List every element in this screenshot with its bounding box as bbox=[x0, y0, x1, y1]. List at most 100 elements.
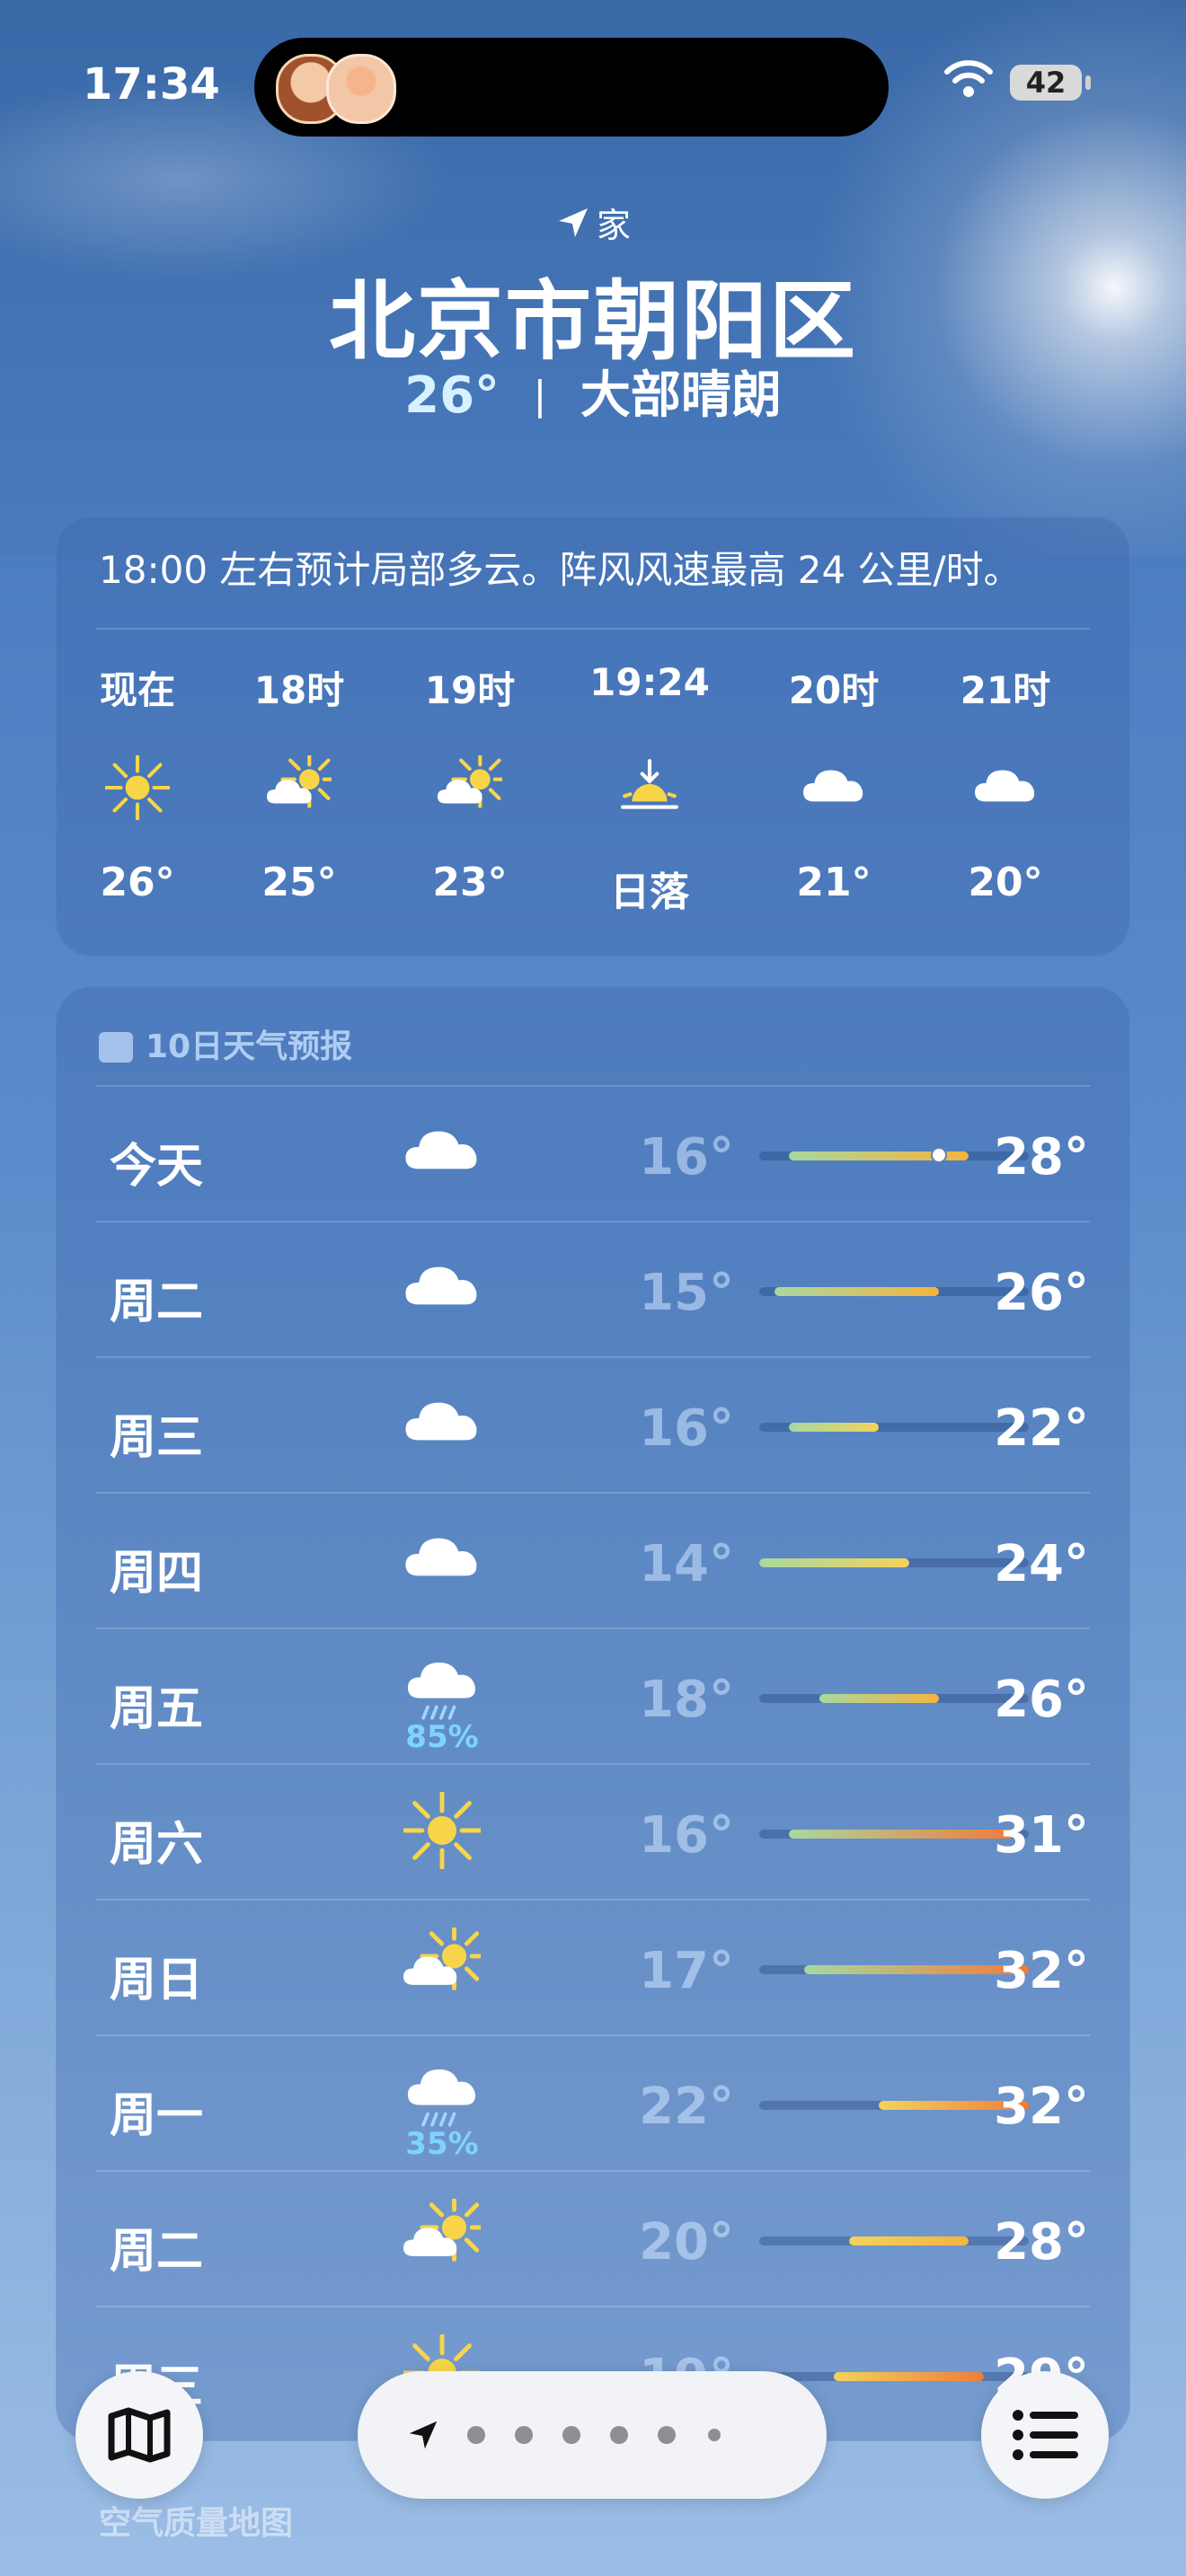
daily-forecast-card[interactable]: 10日天气预报 今天 16° 28° 周二 15° 26° 周三 16° 22°… bbox=[56, 986, 1130, 2441]
current-condition: 大部晴朗 bbox=[580, 366, 782, 425]
status-time: 17:34 bbox=[83, 59, 220, 110]
hourly-item: 19:24 日落 bbox=[573, 660, 726, 917]
cloud-icon bbox=[757, 755, 910, 818]
hour-temp: 日落 bbox=[610, 869, 689, 915]
hour-label: 现在 bbox=[99, 668, 175, 712]
hourly-item: 21时 20° bbox=[929, 660, 1082, 905]
forecast-day-row[interactable]: 周二 20° 28° bbox=[96, 2170, 1090, 2307]
low-temp: 16° bbox=[639, 1399, 734, 1458]
location-line: 家 bbox=[0, 198, 1186, 247]
hourly-item: 18时 25° bbox=[223, 660, 376, 905]
low-temp: 14° bbox=[639, 1535, 734, 1593]
map-icon bbox=[108, 2407, 171, 2463]
status-bar: 17:34 42 bbox=[0, 0, 1186, 162]
high-temp: 28° bbox=[994, 1128, 1089, 1187]
high-temp: 31° bbox=[994, 1806, 1089, 1865]
day-name: 周三 bbox=[110, 1411, 204, 1465]
hourly-item: 20时 21° bbox=[757, 660, 910, 905]
temp-range-fill bbox=[774, 1287, 939, 1296]
cloud-icon bbox=[393, 1385, 491, 1466]
sunset-icon bbox=[573, 755, 726, 818]
hour-label: 19时 bbox=[424, 668, 516, 712]
daily-forecast-title: 10日天气预报 bbox=[146, 1028, 353, 1065]
page-dot[interactable] bbox=[562, 2426, 580, 2444]
hour-temp: 23° bbox=[432, 860, 508, 905]
avatar bbox=[326, 54, 396, 124]
hourly-forecast-card[interactable]: 18:00 左右预计局部多云。阵风风速最高 24 公里/时。 现在 26° 18… bbox=[56, 516, 1130, 957]
forecast-day-row[interactable]: 周四 14° 24° bbox=[96, 1492, 1090, 1628]
day-name: 周二 bbox=[110, 1275, 204, 1329]
temp-range-fill bbox=[789, 1423, 880, 1432]
page-dot[interactable] bbox=[708, 2429, 721, 2441]
precip-chance: 85% bbox=[405, 1719, 479, 1755]
page-dot[interactable] bbox=[610, 2426, 628, 2444]
forecast-summary: 18:00 左右预计局部多云。阵风风速最高 24 公里/时。 bbox=[99, 548, 1022, 592]
location-arrow-icon bbox=[555, 205, 591, 241]
wifi-icon bbox=[943, 59, 994, 99]
divider bbox=[96, 628, 1090, 630]
high-temp: 32° bbox=[994, 1942, 1089, 2000]
partly-sunny-icon bbox=[223, 755, 376, 818]
cloud-icon bbox=[393, 1521, 491, 1601]
page-indicator[interactable] bbox=[358, 2371, 827, 2499]
page-dot[interactable] bbox=[515, 2426, 533, 2444]
page-dot[interactable] bbox=[658, 2426, 676, 2444]
hour-temp: 26° bbox=[100, 860, 175, 905]
dynamic-island[interactable] bbox=[254, 38, 889, 137]
list-button[interactable] bbox=[981, 2371, 1109, 2499]
separator: | bbox=[533, 373, 547, 419]
hourly-item: 19时 23° bbox=[394, 660, 546, 905]
temp-range-fill bbox=[819, 1694, 939, 1703]
cloud-icon bbox=[393, 1249, 491, 1330]
day-name: 今天 bbox=[110, 1140, 204, 1194]
hour-label: 19:24 bbox=[589, 660, 710, 704]
high-temp: 28° bbox=[994, 2213, 1089, 2272]
hour-label: 21时 bbox=[960, 668, 1051, 712]
precip-chance: 35% bbox=[405, 2126, 479, 2162]
sun-icon bbox=[61, 755, 214, 820]
partly-sunny-icon bbox=[393, 2199, 491, 2280]
high-temp: 24° bbox=[994, 1535, 1089, 1593]
high-temp: 22° bbox=[994, 1399, 1089, 1458]
high-temp: 26° bbox=[994, 1671, 1089, 1729]
sun-icon bbox=[393, 1792, 491, 1873]
map-button[interactable] bbox=[75, 2371, 203, 2499]
low-temp: 18° bbox=[639, 1671, 734, 1729]
forecast-day-row[interactable]: 周日 17° 32° bbox=[96, 1899, 1090, 2035]
low-temp: 22° bbox=[639, 2078, 734, 2136]
battery-indicator: 42 bbox=[1010, 65, 1082, 101]
page-dot[interactable] bbox=[467, 2426, 485, 2444]
hour-label: 20时 bbox=[788, 668, 880, 712]
forecast-day-row[interactable]: 周一 35% 22° 32° bbox=[96, 2034, 1090, 2171]
low-temp: 15° bbox=[639, 1264, 734, 1322]
day-name: 周四 bbox=[110, 1547, 204, 1601]
hourly-item: 现在 26° bbox=[61, 660, 214, 905]
low-temp: 16° bbox=[639, 1806, 734, 1865]
forecast-day-row[interactable]: 周二 15° 26° bbox=[96, 1221, 1090, 1357]
list-icon bbox=[1012, 2409, 1080, 2461]
current-temp: 26° bbox=[404, 366, 500, 425]
day-name: 周五 bbox=[110, 1682, 204, 1736]
battery-tip bbox=[1085, 75, 1091, 90]
partly-sunny-icon bbox=[393, 1928, 491, 2008]
low-temp: 17° bbox=[639, 1942, 734, 2000]
low-temp: 16° bbox=[639, 1128, 734, 1187]
current-conditions: 26° | 大部晴朗 bbox=[0, 355, 1186, 428]
low-temp: 20° bbox=[639, 2213, 734, 2272]
forecast-day-row[interactable]: 周六 16° 31° bbox=[96, 1763, 1090, 1900]
hour-label: 18时 bbox=[253, 668, 345, 712]
forecast-day-row[interactable]: 周五 85% 18° 26° bbox=[96, 1628, 1090, 1764]
day-name: 周二 bbox=[110, 2225, 204, 2279]
forecast-day-row[interactable]: 今天 16° 28° bbox=[96, 1085, 1090, 1222]
high-temp: 26° bbox=[994, 1264, 1089, 1322]
high-temp: 32° bbox=[994, 2078, 1089, 2136]
cloud-icon bbox=[929, 755, 1082, 818]
location-arrow-icon bbox=[406, 2418, 440, 2452]
hour-temp: 21° bbox=[796, 860, 872, 905]
hour-temp: 20° bbox=[968, 860, 1043, 905]
forecast-day-row[interactable]: 周三 16° 22° bbox=[96, 1356, 1090, 1493]
day-name: 周六 bbox=[110, 1818, 204, 1872]
calendar-icon bbox=[99, 1032, 133, 1063]
daily-forecast-header: 10日天气预报 bbox=[99, 1020, 352, 1067]
cloud-icon bbox=[393, 1114, 491, 1195]
